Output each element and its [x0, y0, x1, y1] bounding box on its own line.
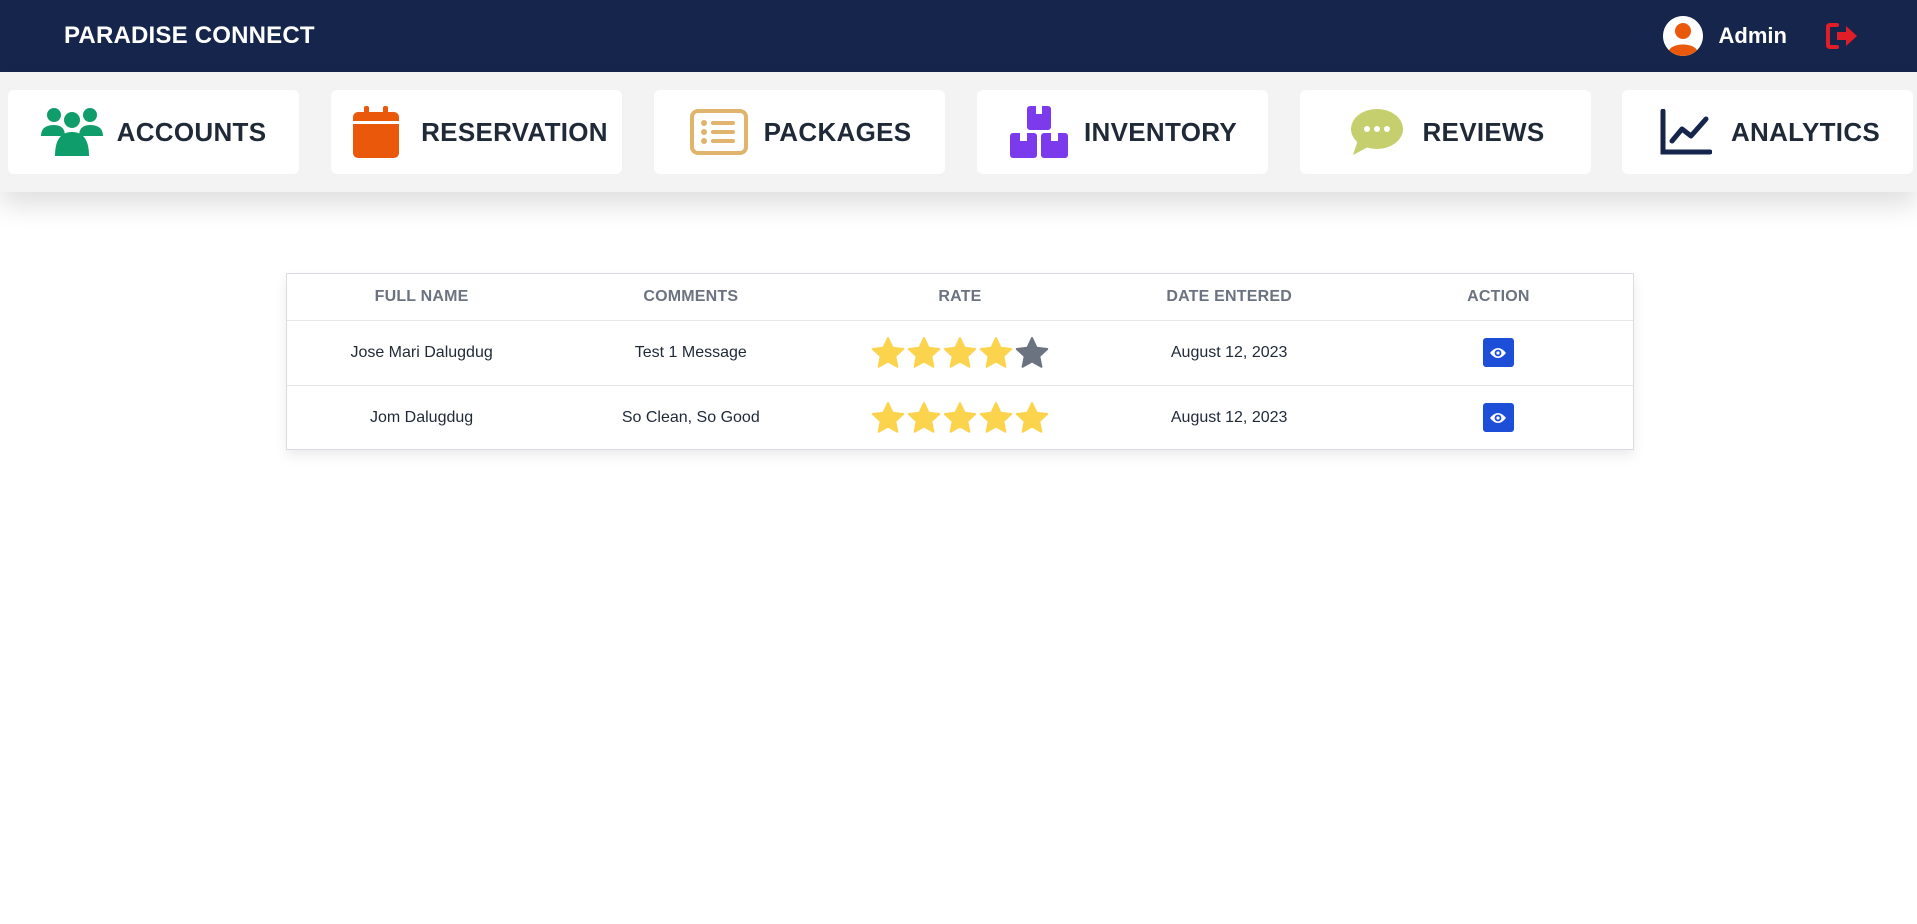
- table-header-row: FULL NAME COMMENTS RATE DATE ENTERED ACT…: [287, 274, 1633, 321]
- view-button[interactable]: [1482, 403, 1514, 433]
- boxes-icon: [1008, 104, 1070, 160]
- date-cell: August 12, 2023: [1170, 408, 1288, 426]
- action-cell: [1364, 385, 1633, 450]
- comment-cell: Test 1 Message: [556, 320, 826, 386]
- nav-reviews[interactable]: REVIEWS: [1300, 90, 1591, 174]
- full-name-cell: Jose Mari Dalugdug: [287, 320, 557, 386]
- star-filled-icon: [943, 401, 977, 433]
- rating-cell: [825, 385, 1094, 450]
- nav-label: PACKAGES: [763, 116, 912, 147]
- list-icon: [688, 104, 750, 160]
- nav-packages[interactable]: PACKAGES: [654, 90, 945, 174]
- nav-label: ANALYTICS: [1730, 116, 1881, 147]
- calendar-icon: [345, 104, 407, 160]
- comment-icon: [1346, 104, 1408, 160]
- eye-icon: [1490, 347, 1507, 358]
- star-filled-icon: [907, 336, 941, 368]
- view-button[interactable]: [1482, 338, 1514, 367]
- star-filled-icon: [1015, 401, 1049, 433]
- nav-label: RESERVATION: [421, 116, 608, 147]
- nav-inventory[interactable]: INVENTORY: [977, 90, 1268, 174]
- star-filled-icon: [907, 401, 941, 433]
- nav-label: REVIEWS: [1422, 116, 1545, 147]
- user-avatar-icon[interactable]: [1662, 16, 1703, 56]
- module-nav: ACCOUNTS RESERVATION PACKAGES INVENTORY …: [0, 72, 1917, 192]
- column-header-date: DATE ENTERED: [1094, 274, 1364, 321]
- star-filled-icon: [979, 401, 1013, 433]
- nav-label: ACCOUNTS: [116, 116, 267, 147]
- action-cell: [1363, 320, 1633, 386]
- star-rating: [871, 336, 1049, 370]
- star-filled-icon: [871, 336, 905, 368]
- star-empty-icon: [1015, 336, 1049, 368]
- users-icon: [40, 104, 103, 160]
- table-row: Jom Dalugdug So Clean, So Good August 12…: [287, 385, 1633, 450]
- full-name-cell: Jom Dalugdug: [370, 408, 474, 426]
- star-filled-icon: [871, 401, 905, 433]
- comment-cell: So Clean, So Good: [621, 408, 760, 426]
- column-header-rate: RATE: [825, 274, 1095, 321]
- brand-title: PARADISE CONNECT: [64, 22, 315, 49]
- logout-icon[interactable]: [1825, 21, 1859, 51]
- table-row: Jose Mari Dalugdug Test 1 Message August…: [287, 320, 1633, 386]
- column-header-comments: COMMENTS: [556, 274, 826, 321]
- date-cell: August 12, 2023: [1094, 320, 1364, 386]
- column-header-action: ACTION: [1363, 274, 1633, 321]
- star-filled-icon: [979, 336, 1013, 368]
- top-header: PARADISE CONNECT Admin: [0, 0, 1917, 72]
- star-filled-icon: [943, 336, 977, 368]
- nav-reservation[interactable]: RESERVATION: [331, 90, 622, 174]
- nav-label: INVENTORY: [1084, 116, 1237, 147]
- rating-cell: [825, 320, 1095, 386]
- column-header-full-name: FULL NAME: [287, 274, 557, 321]
- nav-analytics[interactable]: ANALYTICS: [1622, 90, 1913, 174]
- chart-line-icon: [1655, 104, 1717, 160]
- eye-icon: [1490, 412, 1507, 423]
- reviews-table: FULL NAME COMMENTS RATE DATE ENTERED ACT…: [286, 273, 1634, 450]
- user-area: Admin: [1662, 16, 1859, 56]
- nav-accounts[interactable]: ACCOUNTS: [8, 90, 299, 174]
- user-name[interactable]: Admin: [1719, 23, 1787, 49]
- star-rating: [871, 401, 1049, 435]
